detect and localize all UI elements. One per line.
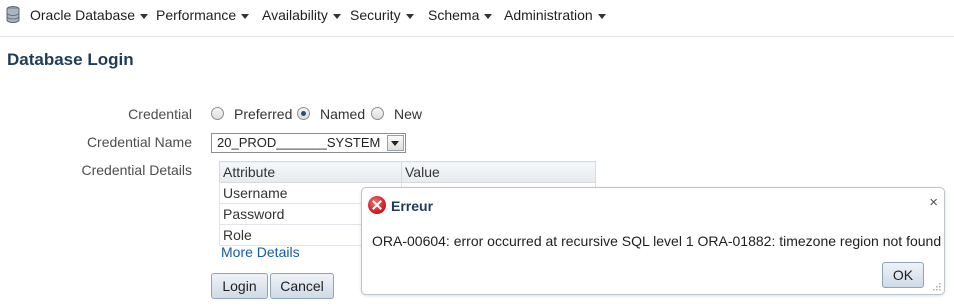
chevron-down-icon	[241, 13, 250, 19]
credential-name-label: Credential Name	[86, 134, 192, 150]
radio-named[interactable]	[297, 107, 310, 120]
chevron-down-icon[interactable]	[387, 135, 404, 151]
menu-label: Administration	[504, 7, 593, 23]
ok-button[interactable]: OK	[882, 262, 924, 288]
chevron-down-icon	[484, 13, 493, 19]
error-icon	[368, 196, 386, 214]
menu-label: Oracle Database	[30, 7, 136, 23]
menu-label: Performance	[156, 7, 237, 23]
menu-label: Availability	[262, 7, 328, 23]
login-button[interactable]: Login	[211, 273, 268, 299]
radio-preferred-label[interactable]: Preferred	[234, 106, 292, 122]
column-header-value: Value	[401, 161, 596, 183]
radio-preferred[interactable]	[211, 107, 224, 120]
menu-label: Security	[350, 7, 401, 23]
chevron-down-icon	[405, 13, 414, 19]
more-details-link[interactable]: More Details	[221, 244, 300, 260]
close-icon[interactable]: ×	[929, 194, 938, 211]
resize-grip-icon[interactable]	[932, 282, 941, 291]
credential-label: Credential	[128, 106, 192, 122]
credential-details-label: Credential Details	[81, 162, 193, 178]
menu-schema[interactable]: Schema	[428, 6, 493, 24]
radio-new-label[interactable]: New	[394, 106, 422, 122]
chevron-down-icon	[332, 13, 341, 19]
chevron-down-icon	[597, 13, 606, 19]
menu-security[interactable]: Security	[350, 6, 414, 24]
menu-performance[interactable]: Performance	[156, 6, 250, 24]
radio-named-label[interactable]: Named	[320, 106, 365, 122]
column-header-attribute: Attribute	[219, 161, 402, 183]
dialog-title: Erreur	[391, 198, 434, 214]
menu-label: Schema	[428, 7, 480, 23]
dialog-message: ORA-00604: error occurred at recursive S…	[372, 233, 942, 249]
credential-name-select[interactable]: 20_PROD_______SYSTEM	[211, 133, 406, 153]
cancel-button[interactable]: Cancel	[270, 273, 334, 299]
table-header-row: Attribute Value	[219, 161, 596, 183]
chevron-down-icon	[140, 13, 149, 19]
error-dialog: Erreur × ORA-00604: error occurred at re…	[361, 187, 945, 295]
radio-new[interactable]	[371, 107, 384, 120]
menu-oracle-database[interactable]: Oracle Database	[30, 6, 149, 24]
database-icon	[6, 6, 20, 23]
menu-availability[interactable]: Availability	[262, 6, 341, 24]
top-menu-bar: Oracle Database Performance Availability…	[0, 0, 954, 37]
credential-name-value: 20_PROD_______SYSTEM	[217, 135, 381, 150]
menu-administration[interactable]: Administration	[504, 6, 606, 24]
page-title: Database Login	[7, 50, 134, 69]
